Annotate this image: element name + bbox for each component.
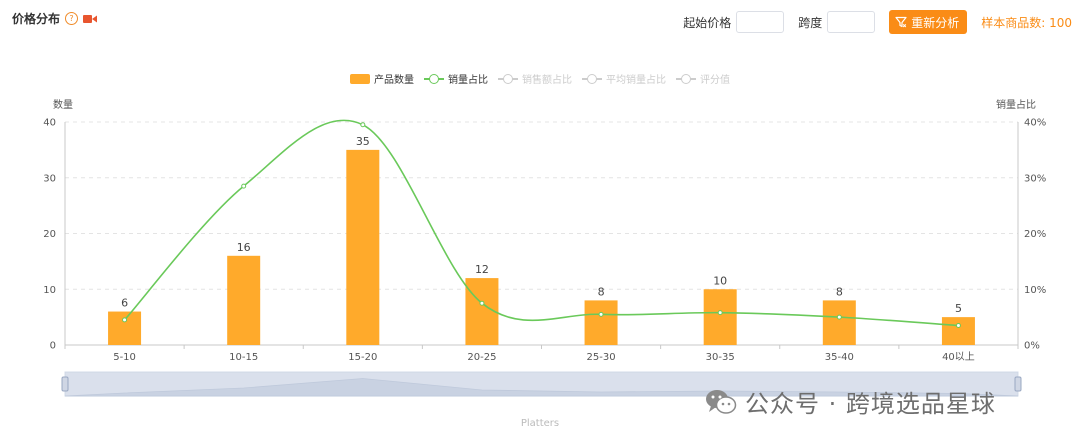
x-tick-label: 25-30 bbox=[587, 352, 616, 363]
y-tick-label-left: 20 bbox=[43, 229, 56, 240]
bar-data-label: 12 bbox=[475, 263, 489, 276]
bar bbox=[227, 255, 261, 345]
price-distribution-chart: 数量 销量占比 0 10 20 30 40 0% 10% 20% 30% 40% 5-10 10-15 15… bbox=[43, 98, 1046, 397]
y-tick-label-right: 20% bbox=[1024, 229, 1046, 240]
y-axis-right-label: 销量占比 bbox=[996, 98, 1036, 111]
x-tick-label: 30-35 bbox=[706, 352, 735, 363]
bar-data-label: 35 bbox=[356, 135, 370, 148]
x-tick-label: 40以上 bbox=[942, 351, 975, 363]
datazoom-label: Platters bbox=[520, 418, 560, 429]
bar bbox=[346, 149, 380, 345]
x-tick-label: 20-25 bbox=[467, 352, 496, 363]
line-point bbox=[360, 122, 366, 128]
bar-data-label: 8 bbox=[598, 285, 605, 298]
datazoom-handle-left[interactable] bbox=[61, 376, 69, 392]
y-tick-label-left: 40 bbox=[43, 118, 56, 129]
line-point bbox=[241, 183, 247, 189]
line-point bbox=[955, 322, 961, 328]
x-tick-label: 15-20 bbox=[348, 352, 377, 363]
bar-data-label: 5 bbox=[955, 302, 962, 315]
x-tick-label: 5-10 bbox=[113, 352, 136, 363]
y-axis-left-label: 数量 bbox=[53, 98, 73, 111]
y-tick-label-left: 10 bbox=[43, 285, 56, 296]
bar bbox=[703, 289, 737, 345]
bar bbox=[584, 300, 618, 345]
bar-data-label: 16 bbox=[237, 241, 251, 254]
y-tick-label-left: 0 bbox=[50, 341, 56, 352]
bar bbox=[822, 300, 856, 345]
bar-data-label: 10 bbox=[713, 274, 727, 287]
y-tick-label-right: 40% bbox=[1024, 118, 1046, 129]
line-point bbox=[479, 300, 485, 306]
bar-data-label: 6 bbox=[121, 297, 128, 310]
line-point bbox=[598, 311, 604, 317]
bar bbox=[941, 317, 975, 345]
wechat-icon bbox=[706, 389, 737, 414]
y-tick-label-left: 30 bbox=[43, 173, 56, 184]
bar bbox=[108, 311, 142, 345]
watermark: 公众号 · 跨境选品星球 bbox=[705, 384, 996, 419]
bar-data-label: 8 bbox=[836, 285, 843, 298]
line-point bbox=[122, 317, 128, 323]
y-tick-label-right: 0% bbox=[1024, 341, 1040, 352]
watermark-text: 公众号 · 跨境选品星球 bbox=[745, 390, 996, 418]
datazoom-handle-right[interactable] bbox=[1014, 376, 1022, 392]
y-tick-label-right: 10% bbox=[1024, 285, 1046, 296]
line-point bbox=[717, 310, 723, 316]
line-point bbox=[836, 314, 842, 320]
x-tick-label: 35-40 bbox=[825, 352, 854, 363]
x-tick-label: 10-15 bbox=[229, 352, 258, 363]
y-tick-label-right: 30% bbox=[1024, 173, 1046, 184]
